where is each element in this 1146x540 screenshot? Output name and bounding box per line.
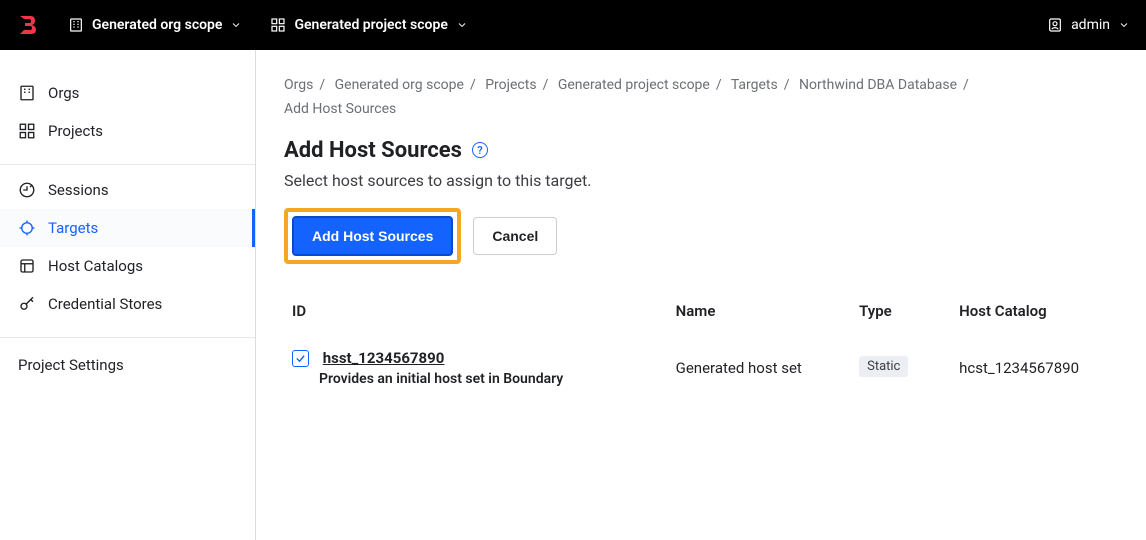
row-type-badge: Static bbox=[859, 356, 908, 377]
sidebar-label: Credential Stores bbox=[48, 295, 162, 313]
page-subtitle: Select host sources to assign to this ta… bbox=[284, 171, 1118, 190]
breadcrumb: Orgs/ Generated org scope/ Projects/ Gen… bbox=[284, 74, 1118, 122]
org-scope-selector[interactable]: Generated org scope bbox=[60, 11, 250, 39]
sidebar-item-projects[interactable]: Projects bbox=[0, 112, 255, 150]
cancel-button[interactable]: Cancel bbox=[473, 217, 557, 255]
sidebar-item-sessions[interactable]: Sessions bbox=[0, 171, 255, 209]
row-name: Generated host set bbox=[668, 338, 851, 397]
chevron-down-icon bbox=[1118, 19, 1130, 31]
user-menu[interactable]: admin bbox=[1047, 17, 1130, 33]
row-catalog: hcst_1234567890 bbox=[951, 338, 1118, 397]
sidebar-item-orgs[interactable]: Orgs bbox=[0, 74, 255, 112]
check-icon bbox=[295, 353, 306, 364]
add-host-sources-button[interactable]: Add Host Sources bbox=[292, 216, 453, 256]
org-scope-label: Generated org scope bbox=[92, 17, 222, 33]
grid-icon bbox=[18, 122, 36, 140]
project-scope-selector[interactable]: Generated project scope bbox=[262, 11, 475, 39]
breadcrumb-item[interactable]: Generated org scope bbox=[335, 77, 464, 93]
chevron-down-icon bbox=[456, 19, 468, 31]
sidebar-label: Targets bbox=[48, 219, 98, 237]
breadcrumb-item[interactable]: Northwind DBA Database bbox=[799, 77, 957, 93]
user-badge-icon bbox=[1047, 17, 1063, 33]
key-icon bbox=[18, 295, 36, 313]
org-icon bbox=[18, 84, 36, 102]
col-id: ID bbox=[284, 292, 668, 339]
sidebar-settings-label: Project Settings bbox=[18, 356, 124, 374]
breadcrumb-item[interactable]: Targets bbox=[731, 77, 778, 93]
col-name: Name bbox=[668, 292, 851, 339]
sidebar: Orgs Projects Sessions Targets Host Cata… bbox=[0, 50, 256, 540]
breadcrumb-item[interactable]: Orgs bbox=[284, 77, 313, 93]
project-scope-label: Generated project scope bbox=[294, 17, 447, 33]
breadcrumb-item[interactable]: Generated project scope bbox=[558, 77, 710, 93]
host-sources-table: ID Name Type Host Catalog hsst_123456789… bbox=[284, 292, 1118, 398]
col-catalog: Host Catalog bbox=[951, 292, 1118, 339]
row-checkbox[interactable] bbox=[292, 350, 309, 367]
catalog-icon bbox=[18, 257, 36, 275]
help-icon[interactable]: ? bbox=[472, 142, 488, 158]
sessions-icon bbox=[18, 181, 36, 199]
sidebar-item-credential-stores[interactable]: Credential Stores bbox=[0, 285, 255, 323]
topbar: Generated org scope Generated project sc… bbox=[0, 0, 1146, 50]
row-description: Provides an initial host set in Boundary bbox=[319, 371, 660, 387]
sidebar-label: Host Catalogs bbox=[48, 257, 143, 275]
primary-button-highlight: Add Host Sources bbox=[284, 208, 461, 264]
col-type: Type bbox=[851, 292, 951, 339]
logo-icon bbox=[16, 13, 40, 37]
breadcrumb-item[interactable]: Projects bbox=[485, 77, 536, 93]
user-label: admin bbox=[1071, 17, 1110, 33]
table-row: hsst_1234567890 Provides an initial host… bbox=[284, 338, 1118, 397]
chevron-down-icon bbox=[230, 19, 242, 31]
sidebar-project-settings[interactable]: Project Settings bbox=[0, 344, 255, 386]
sidebar-item-host-catalogs[interactable]: Host Catalogs bbox=[0, 247, 255, 285]
sidebar-item-targets[interactable]: Targets bbox=[0, 209, 255, 247]
main-content: Orgs/ Generated org scope/ Projects/ Gen… bbox=[256, 50, 1146, 540]
grid-icon bbox=[270, 17, 286, 33]
org-icon bbox=[68, 17, 84, 33]
sidebar-label: Orgs bbox=[48, 84, 79, 102]
target-icon bbox=[18, 219, 36, 237]
row-id-link[interactable]: hsst_1234567890 bbox=[323, 349, 445, 367]
sidebar-label: Projects bbox=[48, 122, 103, 140]
sidebar-label: Sessions bbox=[48, 181, 109, 199]
breadcrumb-item: Add Host Sources bbox=[284, 101, 396, 117]
page-title: Add Host Sources bbox=[284, 138, 462, 163]
